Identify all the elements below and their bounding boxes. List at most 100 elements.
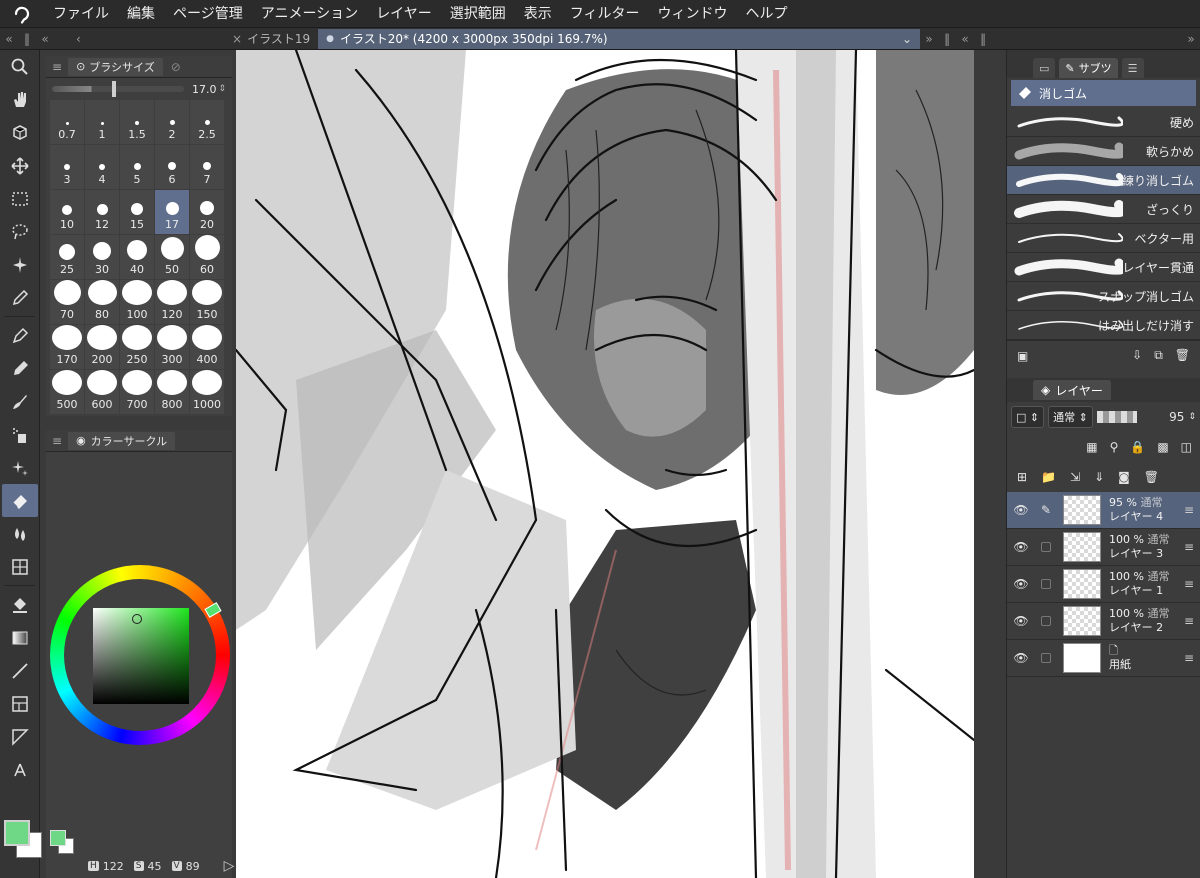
- marquee-tool[interactable]: [2, 182, 38, 215]
- brush-size-option[interactable]: 6: [155, 145, 189, 189]
- visibility-eye-icon[interactable]: 👁: [1007, 503, 1035, 517]
- brush-size-option[interactable]: 60: [190, 235, 224, 279]
- menu-window[interactable]: ウィンドウ: [649, 0, 737, 28]
- subtool-settings-icon[interactable]: ▣: [1017, 349, 1028, 363]
- tab-properties[interactable]: ▭: [1033, 58, 1056, 78]
- sv-picker-handle[interactable]: [132, 614, 142, 624]
- tab-illust-20[interactable]: ● イラスト20* (4200 x 3000px 350dpi 169.7%) …: [318, 28, 921, 49]
- panel-option-icon[interactable]: ⊘: [171, 60, 181, 74]
- tab-subtool[interactable]: ✎ サブツ: [1059, 58, 1118, 78]
- airbrush-tool[interactable]: [2, 418, 38, 451]
- tab-brush-size[interactable]: ⊙ ブラシサイズ: [68, 57, 163, 76]
- stepper-icon[interactable]: ⇕: [1188, 412, 1196, 422]
- subtool-item[interactable]: 軟らかめ: [1007, 137, 1200, 166]
- reference-icon[interactable]: ⚲: [1110, 440, 1119, 454]
- visibility-eye-icon[interactable]: 👁: [1007, 614, 1035, 628]
- brush-size-option[interactable]: 3: [50, 145, 84, 189]
- brush-size-option[interactable]: 600: [85, 370, 119, 414]
- brush-size-option[interactable]: 5: [120, 145, 154, 189]
- panel-grip-icon[interactable]: ‖: [938, 32, 956, 46]
- panel-menu-icon[interactable]: ≡: [52, 60, 62, 74]
- eyedropper-tool[interactable]: [2, 281, 38, 314]
- ruler-tool[interactable]: [2, 720, 38, 753]
- close-icon[interactable]: ×: [232, 32, 242, 46]
- brush-size-option[interactable]: 400: [190, 325, 224, 369]
- brush-size-option[interactable]: 4: [85, 145, 119, 189]
- brush-size-option[interactable]: 15: [120, 190, 154, 234]
- layer-menu-icon[interactable]: ≡: [1184, 540, 1200, 554]
- brush-size-option[interactable]: 2.5: [190, 100, 224, 144]
- menu-layer[interactable]: レイヤー: [367, 0, 441, 28]
- brush-size-option[interactable]: 30: [85, 235, 119, 279]
- brush-size-option[interactable]: 25: [50, 235, 84, 279]
- layer-mask-icon[interactable]: ◙: [1118, 470, 1130, 484]
- fill-tool[interactable]: [2, 588, 38, 621]
- opacity-value[interactable]: 95: [1169, 410, 1184, 424]
- menu-file[interactable]: ファイル: [44, 0, 118, 28]
- lock-alpha-icon[interactable]: ▩: [1157, 440, 1168, 454]
- layer-row[interactable]: 👁 100 % 通常 レイヤー 2 ≡: [1007, 603, 1200, 640]
- zoom-tool[interactable]: [2, 50, 38, 83]
- subtool-item[interactable]: はみ出しだけ消す: [1007, 311, 1200, 340]
- brush-size-option[interactable]: 0.7: [50, 100, 84, 144]
- clip-icon[interactable]: ▦: [1086, 440, 1097, 454]
- gradient-tool[interactable]: [2, 621, 38, 654]
- opacity-slider[interactable]: [1096, 411, 1137, 423]
- menu-selection[interactable]: 選択範囲: [441, 0, 515, 28]
- menu-edit[interactable]: 編集: [118, 0, 164, 28]
- line-tool[interactable]: [2, 654, 38, 687]
- stepper-icon[interactable]: ⇕: [218, 84, 226, 94]
- layer-menu-icon[interactable]: ≡: [1184, 614, 1200, 628]
- tab-layer[interactable]: ◈ レイヤー: [1033, 380, 1111, 400]
- brush-size-option[interactable]: 17: [155, 190, 189, 234]
- pencil-tool[interactable]: [2, 352, 38, 385]
- mask-icon[interactable]: ◫: [1181, 440, 1192, 454]
- subtool-group-title[interactable]: 消しゴム: [1011, 80, 1196, 106]
- brush-size-option[interactable]: 170: [50, 325, 84, 369]
- menu-view[interactable]: 表示: [515, 0, 561, 28]
- visibility-eye-icon[interactable]: 👁: [1007, 651, 1035, 665]
- color-wheel[interactable]: [50, 565, 230, 745]
- brush-size-option[interactable]: 10: [50, 190, 84, 234]
- layer-menu-icon[interactable]: ≡: [1184, 577, 1200, 591]
- brush-size-option[interactable]: 50: [155, 235, 189, 279]
- collapse-left-icon[interactable]: «: [36, 32, 54, 46]
- layer-row[interactable]: 👁 ✎ 95 % 通常 レイヤー 4 ≡: [1007, 492, 1200, 529]
- layer-row[interactable]: 👁 🗋 用紙 ≡: [1007, 640, 1200, 677]
- merge-down-icon[interactable]: ⇓: [1094, 470, 1104, 484]
- menu-filter[interactable]: フィルター: [561, 0, 649, 28]
- scroll-left-icon[interactable]: ‹: [54, 32, 224, 46]
- visibility-eye-icon[interactable]: 👁: [1007, 577, 1035, 591]
- slider-thumb[interactable]: [112, 81, 116, 97]
- play-icon[interactable]: ▷: [224, 858, 235, 874]
- figure-tool[interactable]: [2, 550, 38, 583]
- brush-size-option[interactable]: 250: [120, 325, 154, 369]
- tab-illust-19[interactable]: × イラスト19: [224, 29, 318, 49]
- object-tool[interactable]: [2, 116, 38, 149]
- tab-color-circle[interactable]: ◉ カラーサークル: [68, 431, 176, 450]
- subtool-item[interactable]: 練り消しゴム: [1007, 166, 1200, 195]
- brush-size-option[interactable]: 500: [50, 370, 84, 414]
- chevron-down-icon[interactable]: ⌄: [902, 32, 912, 46]
- collapse-left-icon[interactable]: «: [0, 32, 18, 46]
- layer-row[interactable]: 👁 100 % 通常 レイヤー 3 ≡: [1007, 529, 1200, 566]
- brush-size-option[interactable]: 150: [190, 280, 224, 324]
- brush-size-option[interactable]: 80: [85, 280, 119, 324]
- import-icon[interactable]: ⇩: [1132, 348, 1142, 363]
- blend-mode-select[interactable]: 通常 ⇕: [1048, 406, 1093, 428]
- brush-size-option[interactable]: 1: [85, 100, 119, 144]
- brush-size-option[interactable]: 2: [155, 100, 189, 144]
- subtool-item[interactable]: ベクター用: [1007, 224, 1200, 253]
- frame-tool[interactable]: [2, 687, 38, 720]
- edit-pen-icon[interactable]: ✎: [1035, 503, 1057, 517]
- brush-size-value[interactable]: 17.0: [192, 83, 217, 96]
- auto-select-tool[interactable]: [2, 248, 38, 281]
- collapse-right-icon[interactable]: »: [1182, 32, 1200, 46]
- subtool-item[interactable]: ざっくり: [1007, 195, 1200, 224]
- app-logo-icon[interactable]: [0, 0, 44, 28]
- layer-row[interactable]: 👁 100 % 通常 レイヤー 1 ≡: [1007, 566, 1200, 603]
- eraser-tool[interactable]: [2, 484, 38, 517]
- mini-main-color-swatch[interactable]: [50, 830, 66, 846]
- lock-icon[interactable]: 🔒: [1130, 440, 1145, 454]
- collapse-right-icon[interactable]: »: [920, 32, 938, 46]
